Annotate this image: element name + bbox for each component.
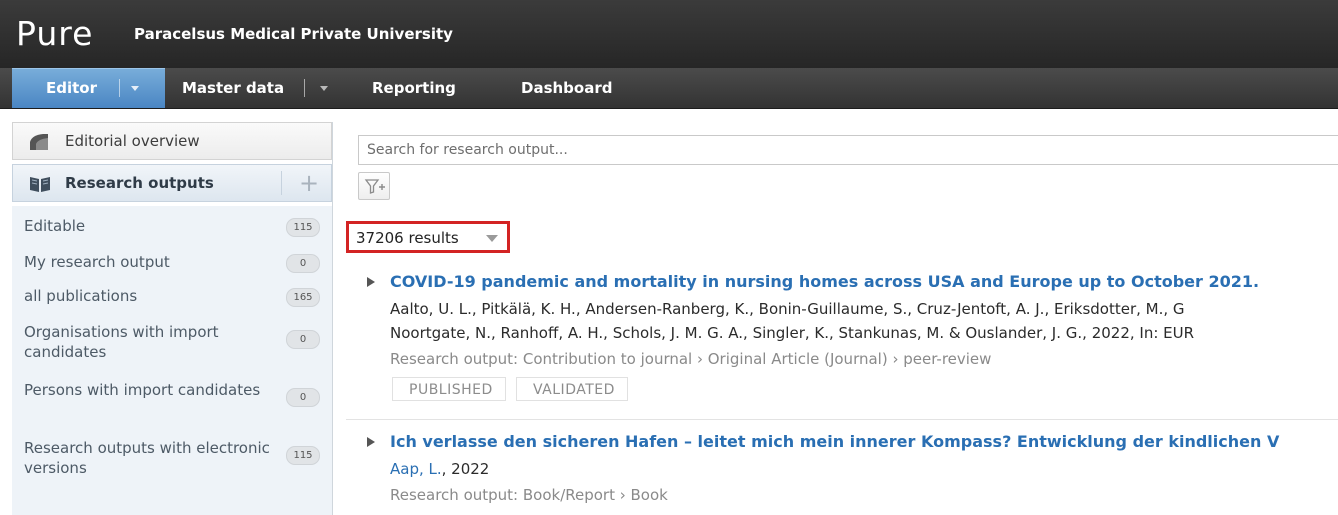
result-authors: Noortgate, N., Ranhoff, A. H., Schols, J… <box>390 324 1195 342</box>
sidebar-item-electronic-versions[interactable]: Research outputs with electronic version… <box>12 438 332 482</box>
count-badge: 115 <box>286 218 320 237</box>
sidebar: Editorial overview Research outputs + Ed… <box>12 122 333 515</box>
result-type: Research output: Contribution to journal… <box>390 350 992 368</box>
count-badge: 115 <box>286 446 320 465</box>
result-year: , 2022 <box>441 460 490 478</box>
filter-icon <box>364 179 385 194</box>
sidebar-research-outputs[interactable]: Research outputs + <box>12 164 332 202</box>
sidebar-item-my-research-output[interactable]: My research output 0 <box>12 252 332 274</box>
editorial-overview-icon <box>29 133 49 155</box>
sidebar-item-label: Editable <box>24 217 86 235</box>
main-content: 37206 results COVID-19 pandemic and mort… <box>346 122 1338 515</box>
sidebar-item-label: My research output <box>24 253 170 271</box>
nav-separator <box>304 79 305 97</box>
top-header: Pure Paracelsus Medical Private Universi… <box>0 0 1338 68</box>
sidebar-research-outputs-label: Research outputs <box>65 174 214 192</box>
nav-separator <box>119 79 120 97</box>
main-nav: Editor Master data Reporting Dashboard <box>0 68 1338 109</box>
sidebar-item-editable[interactable]: Editable 115 <box>12 216 332 238</box>
book-icon <box>29 175 51 197</box>
chevron-down-icon[interactable] <box>131 86 139 91</box>
chevron-down-icon <box>486 235 498 242</box>
sidebar-overview-label: Editorial overview <box>65 132 200 150</box>
chevron-down-icon[interactable] <box>320 86 328 91</box>
nav-reporting[interactable]: Reporting <box>372 68 456 108</box>
nav-editor[interactable]: Editor <box>12 68 165 108</box>
sidebar-item-organisations-import[interactable]: Organisations with import candidates 0 <box>12 322 332 366</box>
results-count-dropdown[interactable]: 37206 results <box>346 221 510 253</box>
result-authors: Aalto, U. L., Pitkälä, K. H., Andersen-R… <box>390 300 1185 318</box>
add-filter-button[interactable] <box>358 172 390 200</box>
nav-master-data-label: Master data <box>182 79 285 97</box>
count-badge: 0 <box>286 388 320 407</box>
sidebar-item-label: Persons with import candidates <box>24 381 261 399</box>
organisation-name: Paracelsus Medical Private University <box>134 25 453 43</box>
sidebar-item-label: Organisations with import candidates <box>24 323 219 361</box>
sidebar-item-label: Research outputs with electronic version… <box>24 439 270 477</box>
sidebar-item-persons-import[interactable]: Persons with import candidates 0 <box>12 380 332 424</box>
sidebar-filter-list: Editable 115 My research output 0 all pu… <box>12 206 332 515</box>
count-badge: 0 <box>286 254 320 273</box>
expand-arrow-icon[interactable] <box>367 277 375 287</box>
sidebar-editorial-overview[interactable]: Editorial overview <box>12 122 332 160</box>
pure-logo[interactable]: Pure <box>16 14 93 54</box>
expand-arrow-icon[interactable] <box>367 437 375 447</box>
add-icon[interactable]: + <box>299 169 319 197</box>
count-badge: 165 <box>286 288 320 307</box>
nav-editor-label: Editor <box>46 79 97 97</box>
sidebar-item-all-publications[interactable]: all publications 165 <box>12 286 332 308</box>
status-badge: VALIDATED <box>516 377 628 401</box>
results-count: 37206 results <box>356 229 459 247</box>
result-item: COVID-19 pandemic and mortality in nursi… <box>346 262 1338 412</box>
author-link[interactable]: Aap, L. <box>390 460 442 478</box>
result-type: Research output: Book/Report › Book <box>390 486 668 504</box>
count-badge: 0 <box>286 330 320 349</box>
result-title[interactable]: Ich verlasse den sicheren Hafen – leitet… <box>390 431 1279 453</box>
sidebar-item-label: all publications <box>24 287 138 305</box>
search-input[interactable] <box>358 135 1338 165</box>
divider <box>281 171 282 195</box>
status-badge: PUBLISHED <box>392 377 506 401</box>
result-authors: Aap, L., 2022 <box>390 458 489 480</box>
nav-master-data[interactable]: Master data <box>182 68 332 108</box>
result-item: Ich verlasse den sicheren Hafen – leitet… <box>346 420 1338 515</box>
nav-dashboard[interactable]: Dashboard <box>521 68 612 108</box>
result-title[interactable]: COVID-19 pandemic and mortality in nursi… <box>390 271 1259 293</box>
